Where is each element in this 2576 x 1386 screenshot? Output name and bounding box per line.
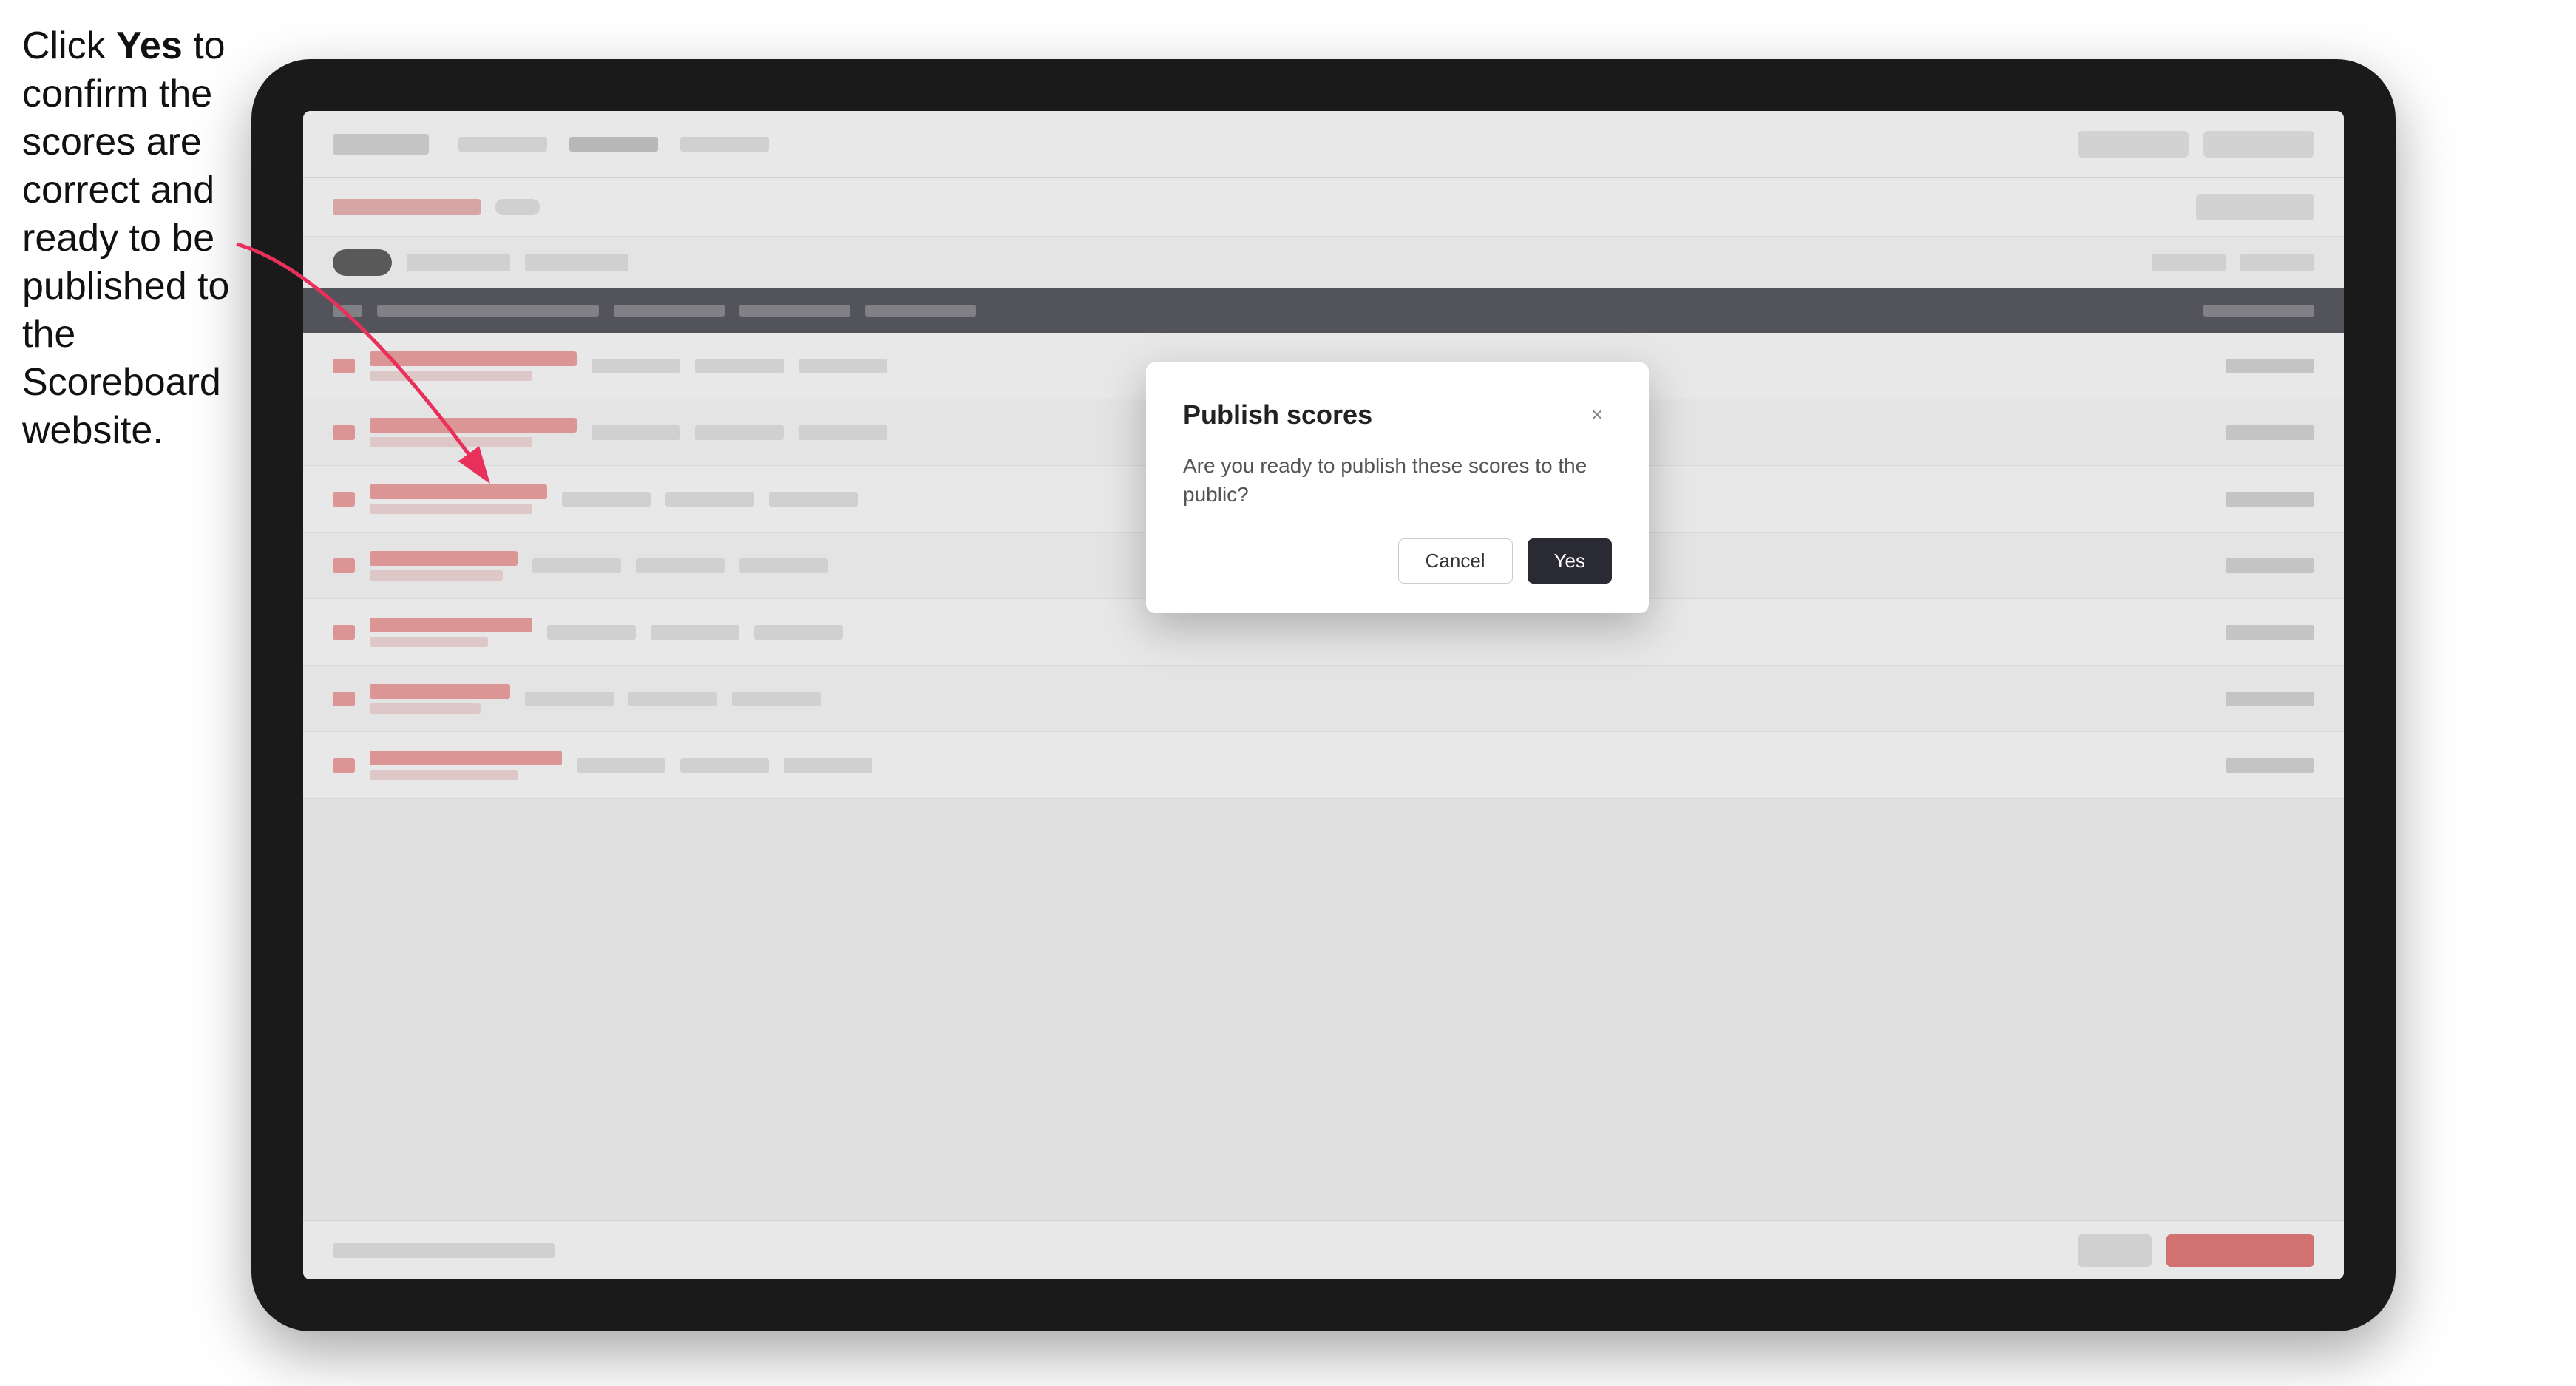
tablet-device: Publish scores × Are you ready to publis… [251, 59, 2396, 1331]
modal-header: Publish scores × [1183, 399, 1612, 430]
modal-overlay: Publish scores × Are you ready to publis… [303, 111, 2344, 1279]
modal-title: Publish scores [1183, 399, 1372, 430]
modal-close-button[interactable]: × [1582, 400, 1612, 430]
instruction-text: Click Yes to confirm the scores are corr… [22, 22, 244, 455]
modal-body-text: Are you ready to publish these scores to… [1183, 451, 1612, 509]
modal-footer: Cancel Yes [1183, 538, 1612, 584]
yes-button[interactable]: Yes [1528, 538, 1612, 584]
tablet-screen: Publish scores × Are you ready to publis… [303, 111, 2344, 1279]
publish-scores-modal: Publish scores × Are you ready to publis… [1146, 362, 1649, 613]
cancel-button[interactable]: Cancel [1398, 538, 1513, 584]
